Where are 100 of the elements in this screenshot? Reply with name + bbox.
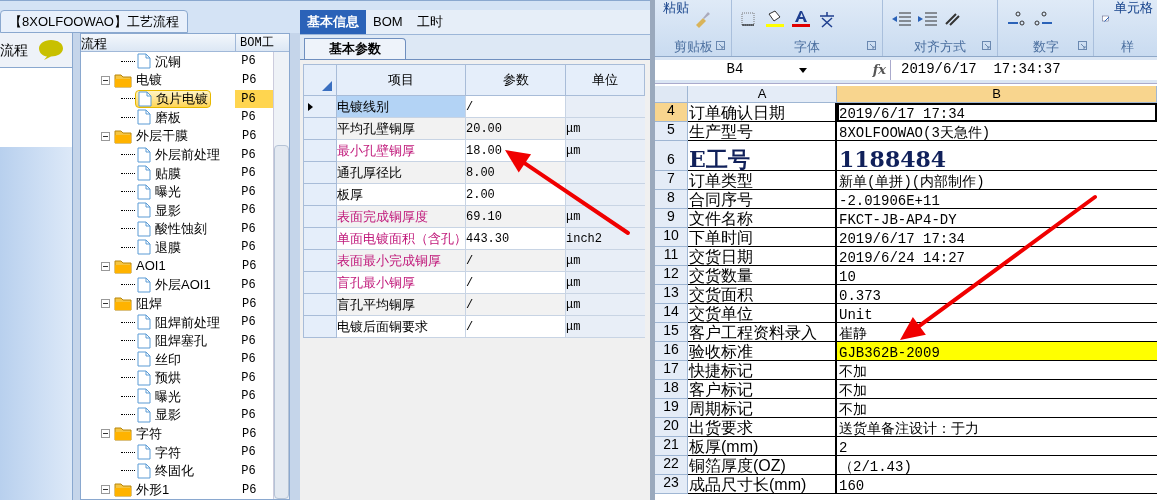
tree-item[interactable]: 外层前处理: [135, 145, 222, 164]
tree-item[interactable]: 阻焊前处理: [135, 313, 222, 332]
bom-value: P6: [241, 295, 257, 313]
row-header[interactable]: 14: [655, 304, 688, 323]
row-header[interactable]: 19: [655, 399, 688, 418]
bom-value: P6: [240, 220, 257, 238]
collapse-icon[interactable]: [101, 299, 110, 308]
sub-tab[interactable]: 基本参数: [304, 38, 406, 59]
row-header[interactable]: 21: [655, 437, 688, 456]
table-cell: 崔静: [837, 323, 1157, 342]
tree-item[interactable]: 预烘: [135, 368, 183, 387]
tree-item[interactable]: 字符: [136, 423, 162, 444]
dialog-launcher-icon[interactable]: [716, 41, 725, 50]
row-header[interactable]: 8: [655, 190, 688, 209]
row-header[interactable]: 16: [655, 342, 688, 361]
tree-item[interactable]: 字符: [135, 443, 183, 462]
row-header[interactable]: 11: [655, 247, 688, 266]
row-header[interactable]: 5: [655, 122, 688, 141]
row-header[interactable]: 18: [655, 380, 688, 399]
tree-item[interactable]: AOI1: [136, 256, 166, 276]
decrease-indent-icon[interactable]: [891, 10, 913, 27]
table-cell: 8.00: [466, 162, 566, 184]
collapse-icon[interactable]: [101, 485, 110, 494]
row-header[interactable]: 13: [655, 285, 688, 304]
bom-value: P6: [240, 53, 257, 71]
dropdown-icon[interactable]: [799, 67, 807, 73]
row-header[interactable]: 9: [655, 209, 688, 228]
tree-item[interactable]: 电镀: [136, 70, 162, 90]
row-header[interactable]: 22: [655, 456, 688, 475]
tree-item[interactable]: 外层AOI1: [135, 275, 213, 294]
tab[interactable]: 基本信息: [300, 10, 366, 34]
collapse-icon[interactable]: [101, 131, 110, 141]
collapse-icon[interactable]: [101, 429, 110, 438]
table-cell: /: [466, 272, 566, 294]
tree-item[interactable]: 终固化: [135, 461, 196, 480]
row-header[interactable]: 7: [655, 171, 688, 190]
decrease-decimal-icon[interactable]: [1032, 9, 1054, 28]
group-label: 对齐方式: [914, 37, 966, 56]
collapse-icon[interactable]: [101, 261, 110, 271]
table-cell: 2019/6/17 17:34: [837, 103, 1157, 122]
dialog-launcher-icon[interactable]: [867, 41, 876, 50]
row-header[interactable]: 15: [655, 323, 688, 342]
tree-item[interactable]: 外形1: [136, 479, 170, 499]
table-cell: μm: [566, 294, 645, 316]
name-box[interactable]: B4: [655, 59, 815, 80]
column-header[interactable]: 项目: [337, 64, 466, 96]
bom-value: P6: [235, 89, 274, 108]
scrollbar[interactable]: [273, 52, 289, 499]
row-header[interactable]: 6: [655, 141, 688, 171]
formula-bar[interactable]: 2019/6/17 17:34:37: [890, 59, 1157, 80]
tree-item[interactable]: 显影: [135, 201, 183, 220]
increase-decimal-icon[interactable]: [1006, 9, 1028, 28]
tree-item[interactable]: 曝光: [135, 387, 183, 406]
document-icon: [137, 165, 151, 182]
column-header[interactable]: 流程: [81, 34, 236, 51]
column-header[interactable]: 参数: [466, 64, 566, 96]
row-header[interactable]: 20: [655, 418, 688, 437]
speech-bubble-icon[interactable]: [38, 39, 64, 61]
current-row-icon: [308, 102, 313, 111]
document-tab[interactable]: 【8XOLFOOWAO】工艺流程: [0, 10, 188, 33]
font-color-icon[interactable]: [790, 9, 812, 28]
column-header[interactable]: B: [837, 86, 1157, 102]
cell-style-button[interactable]: 单元格: [1114, 0, 1153, 18]
tree-item[interactable]: 负片电镀: [135, 89, 211, 108]
tree-item[interactable]: 曝光: [135, 182, 183, 201]
row-header[interactable]: 12: [655, 266, 688, 285]
column-header[interactable]: A: [688, 86, 837, 102]
function-button[interactable]: fx: [872, 59, 886, 80]
increase-indent-icon[interactable]: [917, 10, 939, 27]
column-header[interactable]: BOM工: [236, 34, 274, 51]
document-icon: [137, 314, 151, 331]
tree-item[interactable]: 丝印: [135, 350, 183, 369]
row-header[interactable]: 23: [655, 475, 688, 494]
tree-item[interactable]: 显影: [135, 405, 183, 424]
tree-item[interactable]: 阻焊: [136, 293, 162, 314]
tree-item[interactable]: 退膜: [135, 238, 183, 257]
tree-item[interactable]: 酸性蚀刻: [135, 219, 209, 238]
table-cell: 20.00: [466, 118, 566, 140]
collapse-icon[interactable]: [101, 75, 110, 85]
tree-item[interactable]: 磨板: [135, 108, 183, 127]
table-cell: 电镀线别: [337, 96, 466, 118]
tree-item[interactable]: 贴膜: [135, 164, 183, 183]
dialog-launcher-icon[interactable]: [982, 41, 991, 50]
bom-value: P6: [240, 239, 257, 257]
tree-item[interactable]: 外层干膜: [136, 126, 188, 146]
tree-item[interactable]: 阻焊塞孔: [135, 331, 209, 350]
dialog-launcher-icon[interactable]: [1078, 41, 1087, 50]
bom-value: P6: [241, 72, 257, 89]
paste-button[interactable]: 粘贴: [663, 0, 689, 18]
fill-color-icon[interactable]: [764, 9, 786, 28]
folder-icon: [114, 482, 132, 497]
row-header[interactable]: 17: [655, 361, 688, 380]
tab[interactable]: 工时: [409, 10, 450, 34]
tree-item[interactable]: 沉铜: [135, 52, 183, 71]
row-header[interactable]: 10: [655, 228, 688, 247]
column-header[interactable]: 单位: [566, 64, 645, 96]
row-indicator[interactable]: [303, 96, 337, 118]
tab[interactable]: BOM: [366, 10, 410, 34]
row-header[interactable]: 4: [655, 103, 688, 122]
table-cell: μm: [566, 206, 645, 228]
